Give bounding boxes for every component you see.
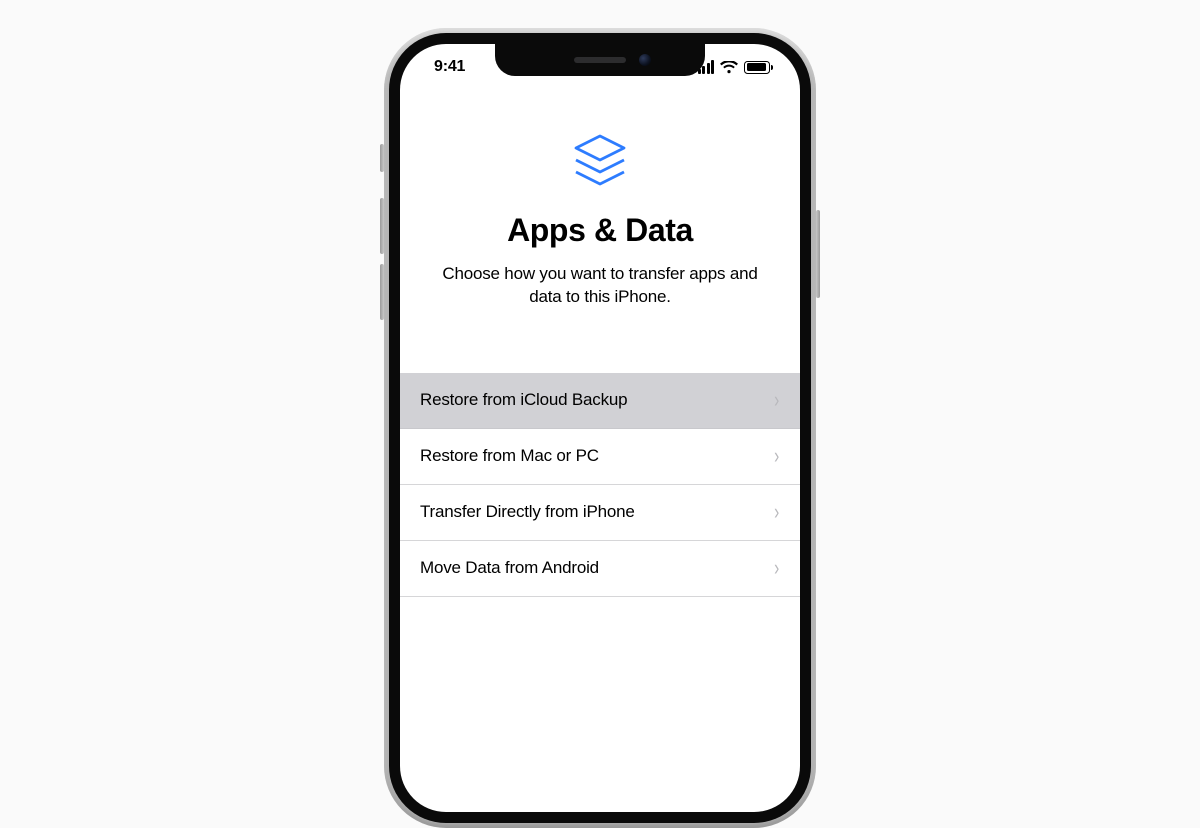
- phone-mockup: 9:41: [384, 28, 816, 828]
- option-transfer-iphone[interactable]: Transfer Directly from iPhone ›: [400, 485, 800, 541]
- chevron-right-icon: ›: [774, 389, 779, 411]
- phone-frame: 9:41: [384, 28, 816, 828]
- side-button: [816, 210, 820, 298]
- setup-content: Apps & Data Choose how you want to trans…: [400, 44, 800, 812]
- chevron-right-icon: ›: [774, 501, 779, 523]
- option-move-android[interactable]: Move Data from Android ›: [400, 541, 800, 597]
- notch: [495, 44, 705, 76]
- status-time: 9:41: [434, 58, 465, 76]
- option-label: Restore from Mac or PC: [420, 446, 599, 466]
- status-indicators: [698, 60, 771, 74]
- option-restore-mac-pc[interactable]: Restore from Mac or PC ›: [400, 429, 800, 485]
- chevron-right-icon: ›: [774, 445, 779, 467]
- option-label: Transfer Directly from iPhone: [420, 502, 635, 522]
- hero: Apps & Data Choose how you want to trans…: [400, 134, 800, 309]
- phone-screen: 9:41: [400, 44, 800, 812]
- speaker-grille: [574, 57, 626, 63]
- page-title: Apps & Data: [426, 212, 774, 249]
- phone-bezel: 9:41: [389, 33, 811, 823]
- options-list: Restore from iCloud Backup › Restore fro…: [400, 373, 800, 597]
- front-camera: [639, 54, 651, 66]
- option-restore-icloud[interactable]: Restore from iCloud Backup ›: [400, 373, 800, 429]
- apps-data-icon: [426, 134, 774, 192]
- chevron-right-icon: ›: [774, 557, 779, 579]
- option-label: Move Data from Android: [420, 558, 599, 578]
- option-label: Restore from iCloud Backup: [420, 390, 627, 410]
- wifi-icon: [720, 61, 738, 74]
- battery-icon: [744, 61, 770, 74]
- page-subtitle: Choose how you want to transfer apps and…: [426, 263, 774, 309]
